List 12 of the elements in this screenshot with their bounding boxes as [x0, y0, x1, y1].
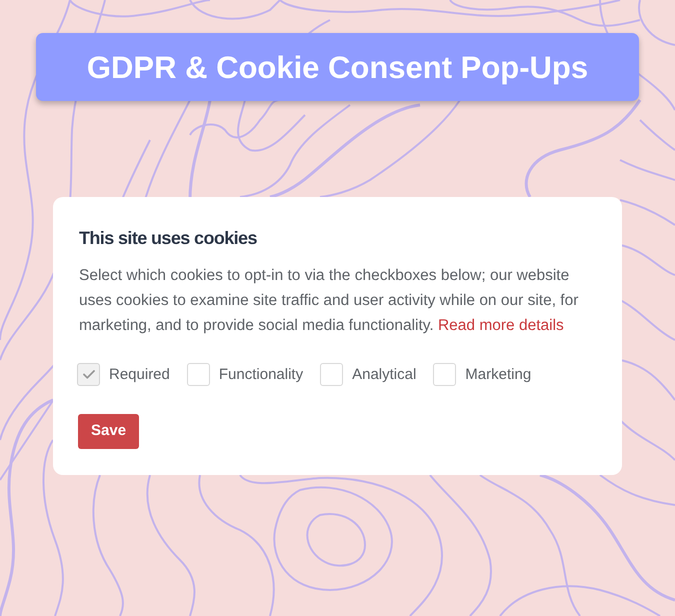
checkbox-label[interactable]: Functionality: [218, 364, 304, 384]
checkbox[interactable]: [433, 363, 456, 386]
dialog-message: Select which cookies to opt-in to via the checkboxes below; our website uses cookies to examine site traffic and user activity while on our site, for marketing, and to provide social media functionality. Read more details: [79, 266, 580, 336]
banner-title: GDPR & Cookie Consent Pop-Ups: [86, 52, 588, 82]
dialog-title: This site uses cookies: [79, 227, 258, 250]
checkbox[interactable]: [186, 363, 210, 386]
checkmark-icon: [82, 370, 94, 379]
checkbox-label[interactable]: Marketing: [465, 364, 532, 384]
save-button[interactable]: Save: [78, 414, 140, 449]
read-more-link[interactable]: Read more details: [438, 317, 564, 334]
checkbox-label[interactable]: Analytical: [352, 364, 416, 384]
checkbox[interactable]: [320, 363, 344, 386]
